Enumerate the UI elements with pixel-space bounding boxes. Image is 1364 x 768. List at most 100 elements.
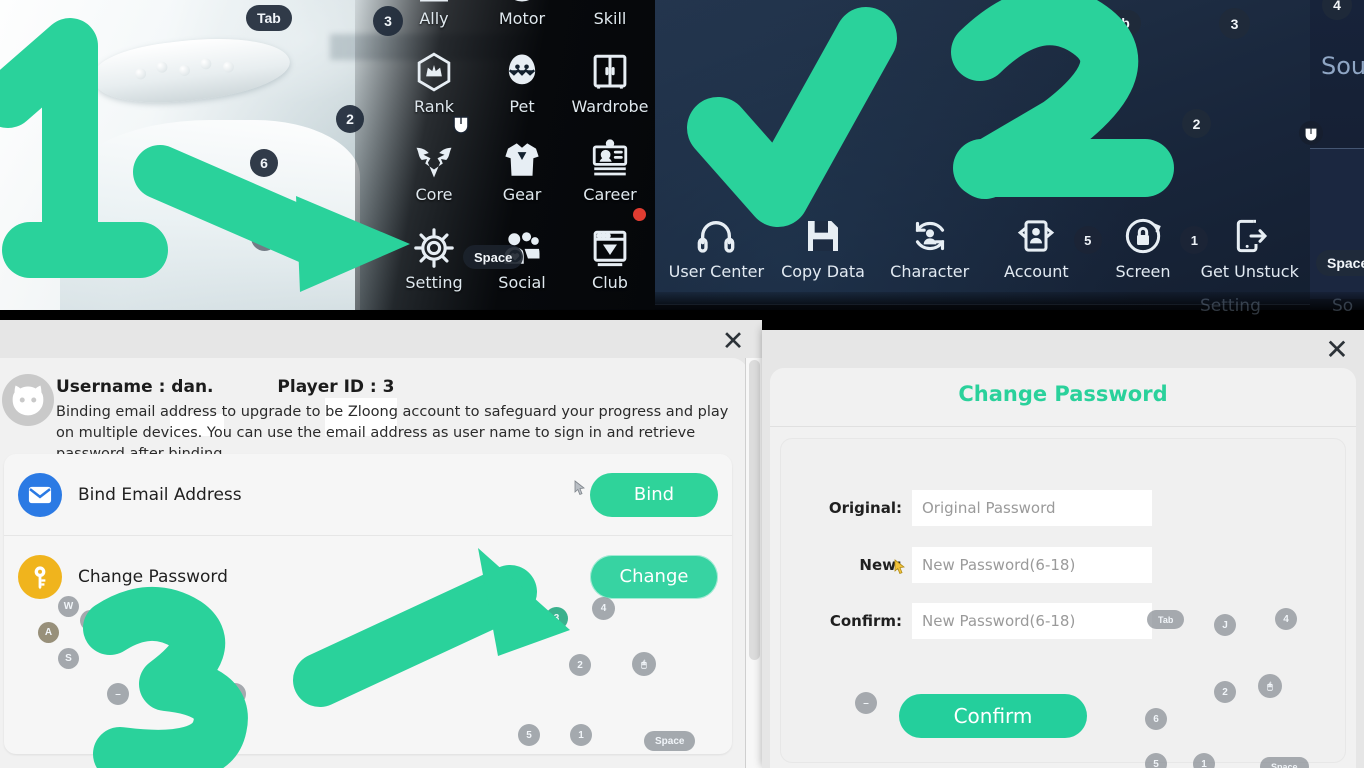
field-label: Confirm:: [829, 612, 902, 630]
key-hint-arrow-cp[interactable]: –: [855, 692, 877, 714]
user-center-body: Username : dan. Player ID : 3 Binding em…: [0, 358, 748, 768]
menu-item-pet[interactable]: Pet: [478, 28, 566, 116]
key-hint-3-modal[interactable]: 3: [545, 607, 568, 630]
notification-dot: [633, 208, 646, 221]
avatar[interactable]: [2, 374, 54, 426]
menu-item-label: Rank: [414, 97, 454, 116]
username-label: Username: [56, 377, 153, 397]
settings-subpanel: [1310, 148, 1364, 299]
key-hint-space-modal[interactable]: Space: [644, 731, 696, 751]
key-hint-4-modal[interactable]: 4: [592, 597, 615, 620]
toolbar-item-user-center[interactable]: User Center: [663, 216, 770, 281]
row-change-password: Change Password Change: [4, 535, 732, 617]
toolbar-item-copy-data[interactable]: Copy Data: [770, 216, 877, 281]
key-hint-1-cp[interactable]: 1: [1193, 753, 1215, 768]
menu-item-rank[interactable]: Rank: [390, 28, 478, 116]
menu-item-career[interactable]: Career: [566, 116, 654, 204]
menu-item-label: Club: [592, 273, 628, 292]
key-hint-6-cp[interactable]: 6: [1145, 708, 1167, 730]
key-hint-5[interactable]: 5: [251, 224, 278, 251]
key-hint-5-modal[interactable]: 5: [518, 724, 540, 746]
key-hint-space-cp[interactable]: Space: [1260, 757, 1309, 768]
costume-skirt: [60, 120, 360, 310]
original-password-input[interactable]: [912, 490, 1152, 526]
key-hint-tab[interactable]: Tab: [246, 5, 292, 31]
wardrobe-icon: [589, 51, 631, 93]
key-hint-1-unstuck[interactable]: 1: [1180, 226, 1209, 254]
key-hint-space-right[interactable]: Space: [1316, 250, 1364, 276]
close-icon[interactable]: ✕: [1322, 336, 1352, 366]
toolbar-item-label: Screen: [1115, 262, 1171, 281]
toolbar-item-label: Account: [1004, 262, 1069, 281]
phone-exit-icon: [1230, 216, 1270, 256]
screenshot-root: Tab 3 2 6 5 Ally Motor ~: [0, 0, 1364, 768]
key-hint-2[interactable]: 2: [336, 105, 364, 133]
toolbar-item-screen[interactable]: 5 Screen: [1073, 216, 1197, 281]
scrollbar-thumb[interactable]: [749, 360, 760, 660]
key-hint-a[interactable]: A: [38, 622, 59, 643]
toolbar-item-label: Get Unstuck: [1200, 262, 1299, 281]
menu-item-club[interactable]: Club: [566, 204, 654, 292]
menu-item-wardrobe[interactable]: Wardrobe: [566, 28, 654, 116]
pet-icon: [501, 51, 543, 93]
key-hint-6[interactable]: 6: [250, 149, 278, 177]
user-center-dialog: ✕ Username : dan. Player ID : 3 Binding …: [0, 320, 763, 768]
gear-shirt-icon: [501, 139, 543, 181]
menu-item-label: Ally: [419, 9, 449, 28]
character-swap-icon: [910, 216, 950, 256]
key-hint-d[interactable]: D: [80, 610, 101, 631]
bind-button[interactable]: Bind: [590, 472, 718, 517]
menu-item-ally[interactable]: Ally: [390, 0, 478, 28]
mouse-hint-cp-icon[interactable]: 🖱: [1258, 674, 1282, 698]
toolbar-item-get-unstuck[interactable]: 1 Get Unstuck: [1180, 216, 1303, 281]
mouse-hint-icon[interactable]: 🖱: [632, 652, 656, 676]
menu-item-motor[interactable]: Motor: [478, 0, 566, 28]
toolbar-item-account[interactable]: Account: [983, 216, 1090, 281]
club-icon: [589, 227, 631, 269]
change-button[interactable]: Change: [590, 554, 718, 599]
costume-bead: [155, 61, 169, 74]
key-hint-tab-right[interactable]: Tab: [1095, 10, 1141, 36]
modal-scrollbar[interactable]: [745, 358, 763, 768]
career-icon: [589, 139, 631, 181]
change-password-form: Original: New: Confirm: Confirm Tab 2 6 …: [780, 438, 1346, 768]
core-icon: [413, 139, 455, 181]
close-icon[interactable]: ✕: [718, 328, 748, 358]
key-hint-w[interactable]: W: [58, 596, 79, 617]
new-password-input[interactable]: [912, 547, 1152, 583]
menu-item-skill[interactable]: ~ Skill: [566, 0, 654, 28]
key-hint-2-cp[interactable]: 2: [1214, 681, 1236, 703]
key-hint-1-modal[interactable]: 1: [570, 724, 592, 746]
key-hint-right-arrow[interactable]: –: [224, 683, 246, 705]
menu-item-core[interactable]: Core: [390, 116, 478, 204]
confirm-password-input[interactable]: [912, 603, 1152, 639]
ally-icon: [413, 0, 455, 5]
confirm-button[interactable]: Confirm: [899, 694, 1087, 738]
menu-item-label: Social: [498, 273, 546, 292]
key-hint-2-modal[interactable]: 2: [569, 654, 591, 676]
key-hint-5-cp[interactable]: 5: [1145, 753, 1167, 768]
toolbar-item-label: Character: [890, 262, 970, 281]
key-hint-4-cp[interactable]: 4: [1275, 608, 1297, 630]
menu-item-gear[interactable]: Gear: [478, 116, 566, 204]
toolbar-item-label: User Center: [668, 262, 765, 281]
menu-item-label: Core: [415, 185, 453, 204]
toolbar-item-character[interactable]: Character: [876, 216, 983, 281]
key-hint-2-right[interactable]: 2: [1182, 109, 1211, 138]
key-hint-tab-cp[interactable]: Tab: [1147, 610, 1185, 629]
field-confirm: Confirm:: [816, 603, 1316, 639]
key-hint-3-right[interactable]: 3: [1219, 8, 1250, 39]
field-label: Original:: [828, 499, 902, 517]
headset-icon: [696, 216, 736, 256]
key-hint-5-screen[interactable]: 5: [1073, 226, 1102, 254]
toolbar-item-label: Copy Data: [781, 262, 865, 281]
profile-identity: Username : dan. Player ID : 3: [56, 377, 395, 397]
menu-item-label: Wardrobe: [571, 97, 649, 116]
key-hint-s[interactable]: S: [58, 648, 79, 669]
key-hint-j-cp[interactable]: J: [1214, 614, 1236, 636]
costume-bead: [178, 64, 191, 77]
player-id-label: Player ID: [277, 377, 365, 397]
menu-item-setting[interactable]: Setting: [390, 204, 478, 292]
key-hint-left-arrow[interactable]: –: [107, 683, 129, 705]
key-hint-space-social[interactable]: Space: [463, 245, 524, 269]
